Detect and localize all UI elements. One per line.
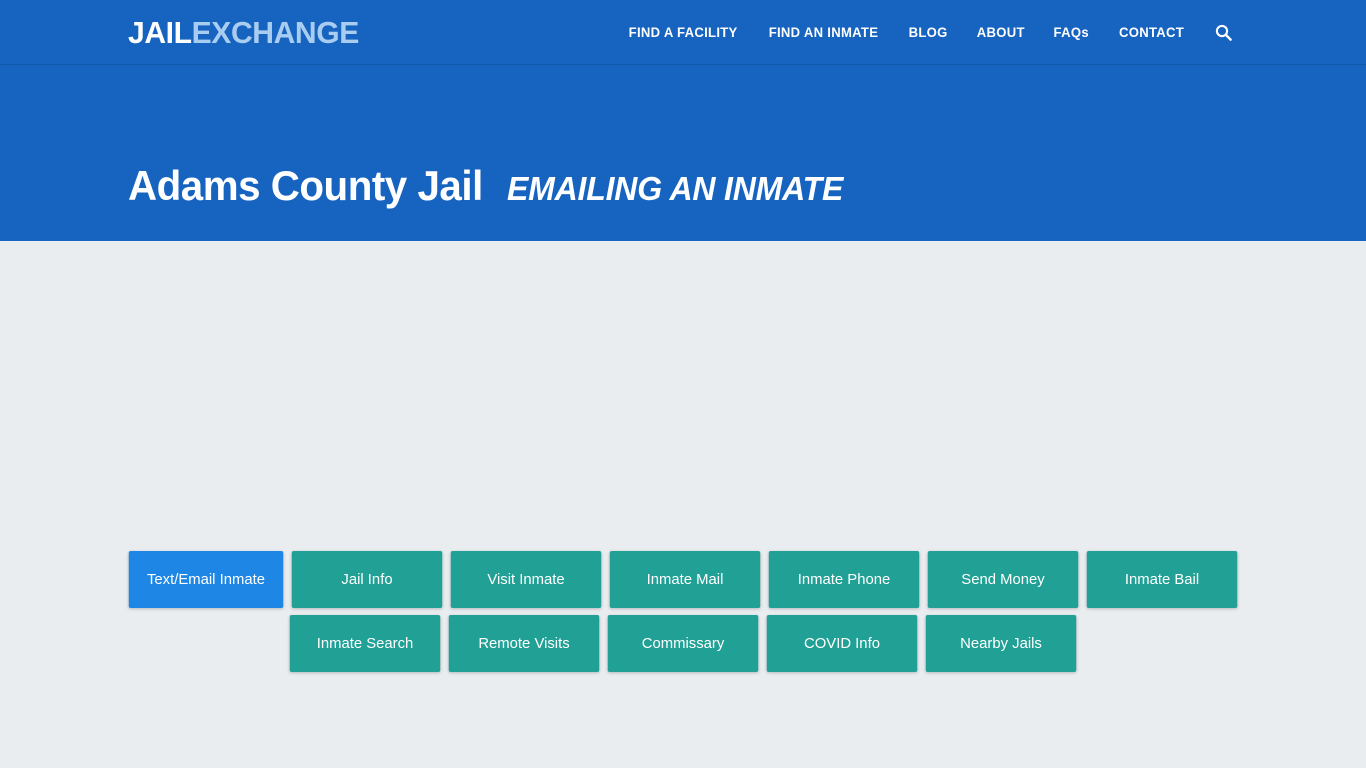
site-header: JAILEXCHANGE FIND A FACILITY FIND AN INM… — [0, 0, 1366, 259]
main-content: Text/Email Inmate Jail Info Visit Inmate… — [0, 241, 1366, 768]
tab-inmate-search[interactable]: Inmate Search — [289, 615, 441, 672]
tab-covid-info[interactable]: COVID Info — [766, 615, 918, 672]
facility-tab-navigation: Text/Email Inmate Jail Info Visit Inmate… — [0, 551, 1366, 679]
tab-text-email-inmate[interactable]: Text/Email Inmate — [128, 551, 284, 608]
search-icon[interactable] — [1199, 24, 1238, 41]
tab-visit-inmate[interactable]: Visit Inmate — [450, 551, 602, 608]
nav-find-a-facility[interactable]: FIND A FACILITY — [615, 25, 751, 40]
tab-inmate-mail[interactable]: Inmate Mail — [609, 551, 761, 608]
tab-row-1: Text/Email Inmate Jail Info Visit Inmate… — [128, 551, 1238, 608]
tab-remote-visits[interactable]: Remote Visits — [448, 615, 600, 672]
site-logo[interactable]: JAILEXCHANGE — [128, 17, 359, 48]
page-root: JAILEXCHANGE FIND A FACILITY FIND AN INM… — [0, 0, 1366, 768]
nav-blog[interactable]: BLOG — [895, 25, 961, 40]
logo-text-primary: JAIL — [128, 14, 192, 50]
tab-nearby-jails[interactable]: Nearby Jails — [925, 615, 1077, 672]
page-title-subject: EMAILING AN INMATE — [506, 170, 843, 207]
logo-text-secondary: EXCHANGE — [191, 14, 360, 50]
top-navigation-bar: JAILEXCHANGE FIND A FACILITY FIND AN INM… — [0, 0, 1366, 65]
nav-about[interactable]: ABOUT — [963, 25, 1038, 40]
page-title-facility: Adams County Jail — [128, 162, 483, 209]
main-navigation: FIND A FACILITY FIND AN INMATE BLOG ABOU… — [613, 24, 1238, 41]
tab-row-2: Inmate Search Remote Visits Commissary C… — [128, 615, 1238, 672]
nav-contact[interactable]: CONTACT — [1105, 25, 1197, 40]
nav-find-an-inmate[interactable]: FIND AN INMATE — [755, 25, 892, 40]
page-title: Adams County Jail EMAILING AN INMATE — [128, 165, 853, 207]
tab-commissary[interactable]: Commissary — [607, 615, 759, 672]
tab-send-money[interactable]: Send Money — [927, 551, 1079, 608]
tab-inmate-phone[interactable]: Inmate Phone — [768, 551, 920, 608]
tab-inmate-bail[interactable]: Inmate Bail — [1086, 551, 1238, 608]
tab-jail-info[interactable]: Jail Info — [291, 551, 443, 608]
hero-section: Adams County JailEMAILING AN INMATE Home… — [0, 65, 1366, 259]
nav-faqs[interactable]: FAQs — [1040, 25, 1103, 40]
